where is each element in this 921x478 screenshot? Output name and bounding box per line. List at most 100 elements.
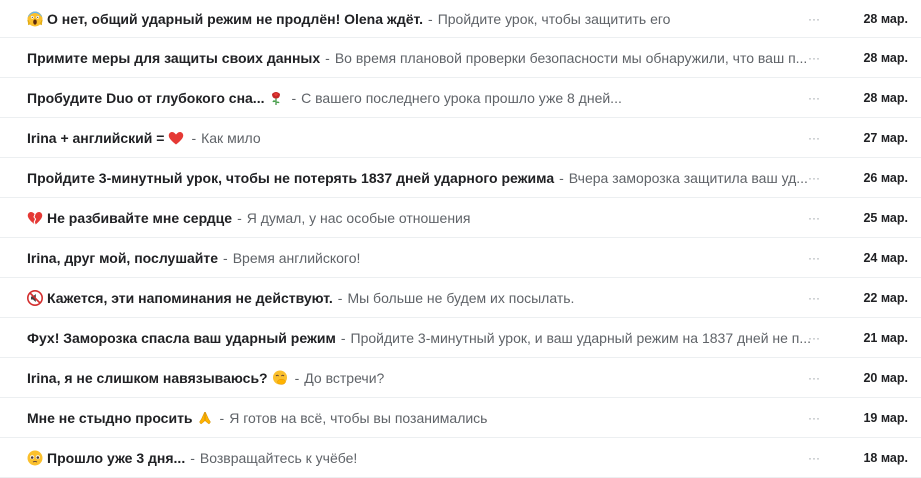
email-date: 27 мар. — [863, 130, 908, 145]
folded-hands-icon — [198, 411, 211, 424]
red-heart-icon — [169, 131, 184, 144]
email-content: О нет, общий ударный режим не продлён! O… — [27, 0, 813, 37]
separator: - — [291, 89, 297, 106]
separator: - — [219, 409, 225, 426]
more-options-glyph: ··· — [808, 50, 820, 65]
email-date: 25 мар. — [863, 210, 908, 225]
email-subject: Пройдите 3-минутный урок, чтобы не потер… — [27, 169, 555, 186]
more-options-icon[interactable]: ··· — [806, 90, 822, 106]
more-options-glyph: ··· — [808, 330, 820, 345]
email-date: 28 мар. — [863, 90, 908, 105]
email-snippet: Пройдите урок, чтобы защитить его — [437, 10, 671, 27]
email-snippet: Я готов на всё, чтобы вы позанимались — [229, 409, 488, 426]
email-subject: Пробудите Duo от глубокого сна... — [27, 89, 265, 106]
email-row[interactable]: Фух! Заморозка спасла ваш ударный режим … — [0, 318, 921, 358]
email-list: О нет, общий ударный режим не продлён! O… — [0, 0, 921, 478]
more-options-icon[interactable]: ··· — [806, 410, 822, 426]
email-snippet: Вчера заморозка защитила ваш уд... — [568, 169, 808, 186]
email-content: Кажется, эти напоминания не действуют. -… — [27, 278, 813, 317]
email-subject: Irina, друг мой, послушайте — [27, 249, 219, 266]
email-row[interactable]: Не разбивайте мне сердце - Я думал, у на… — [0, 198, 921, 238]
email-content: Прошло уже 3 дня... - Возвращайтесь к уч… — [27, 438, 813, 477]
more-options-icon[interactable]: ··· — [806, 210, 822, 226]
face-with-hand-over-mouth-icon — [272, 370, 287, 385]
email-row[interactable]: Кажется, эти напоминания не действуют. -… — [0, 278, 921, 318]
email-date: 21 мар. — [863, 330, 908, 345]
email-content: Мне не стыдно просить - Я готов на всё, … — [27, 398, 813, 437]
email-subject: Прошло уже 3 дня... — [47, 449, 186, 466]
separator: - — [428, 10, 433, 27]
email-date: 28 мар. — [863, 11, 908, 26]
email-subject: Irina + английский = — [27, 129, 165, 146]
email-date: 20 мар. — [863, 370, 908, 385]
email-row[interactable]: Irina + английский = - Как мило ··· 27 м… — [0, 118, 921, 158]
email-subject: Мне не стыдно просить — [27, 409, 193, 426]
email-row[interactable]: Примите меры для защиты своих данных - В… — [0, 38, 921, 78]
email-row[interactable]: Irina, я не слишком навязываюсь? - До вс… — [0, 358, 921, 398]
rose-icon — [272, 91, 281, 105]
email-subject: Фух! Заморозка спасла ваш ударный режим — [27, 329, 336, 346]
email-snippet: Как мило — [201, 129, 261, 146]
separator: - — [325, 49, 330, 66]
email-snippet: Во время плановой проверки безопасности … — [334, 49, 808, 66]
separator: - — [559, 169, 564, 186]
more-options-icon[interactable]: ··· — [806, 11, 822, 27]
email-row[interactable]: Пробудите Duo от глубокого сна... - С ва… — [0, 78, 921, 118]
email-snippet: Я думал, у нас особые отношения — [246, 209, 471, 226]
more-options-glyph: ··· — [808, 450, 820, 465]
email-subject: О нет, общий ударный режим не продлён! O… — [47, 10, 424, 27]
email-subject: Irina, я не слишком навязываюсь? — [27, 369, 268, 386]
more-options-icon[interactable]: ··· — [806, 370, 822, 386]
email-date: 19 мар. — [863, 410, 908, 425]
email-content: Фух! Заморозка спасла ваш ударный режим … — [27, 318, 813, 357]
email-content: Примите меры для защиты своих данных - В… — [27, 38, 813, 77]
email-snippet: Время английского! — [232, 249, 361, 266]
email-date: 22 мар. — [863, 290, 908, 305]
separator: - — [337, 289, 343, 306]
more-options-glyph: ··· — [808, 370, 820, 385]
email-content: Пробудите Duo от глубокого сна... - С ва… — [27, 78, 813, 117]
email-date: 26 мар. — [863, 170, 908, 185]
separator: - — [191, 129, 197, 146]
separator: - — [223, 249, 228, 266]
email-subject: Кажется, эти напоминания не действуют. — [47, 289, 333, 306]
separator: - — [190, 449, 195, 466]
broken-heart-icon — [27, 211, 43, 224]
more-options-glyph: ··· — [808, 130, 820, 145]
email-row[interactable]: Irina, друг мой, послушайте - Время англ… — [0, 238, 921, 278]
more-options-glyph: ··· — [808, 250, 820, 265]
more-options-icon[interactable]: ··· — [806, 450, 822, 466]
more-options-icon[interactable]: ··· — [806, 290, 822, 306]
pleading-face-icon — [27, 450, 43, 465]
email-content: Не разбивайте мне сердце - Я думал, у на… — [27, 198, 813, 237]
more-options-glyph: ··· — [808, 290, 820, 305]
separator: - — [340, 329, 346, 346]
email-snippet: Мы больше не будем их посылать. — [347, 289, 575, 306]
email-content: Irina, я не слишком навязываюсь? - До вс… — [27, 358, 813, 397]
email-snippet: Пройдите 3-минутный урок, и ваш ударный … — [350, 329, 812, 346]
email-snippet: Возвращайтесь к учёбе! — [199, 449, 358, 466]
more-options-icon[interactable]: ··· — [806, 250, 822, 266]
separator: - — [237, 209, 242, 226]
more-options-icon[interactable]: ··· — [806, 330, 822, 346]
email-subject: Не разбивайте мне сердце — [47, 209, 233, 226]
email-row[interactable]: Мне не стыдно просить - Я готов на всё, … — [0, 398, 921, 438]
email-subject: Примите меры для защиты своих данных — [27, 49, 321, 66]
more-options-glyph: ··· — [808, 210, 820, 225]
more-options-glyph: ··· — [808, 90, 820, 105]
more-options-icon[interactable]: ··· — [806, 130, 822, 146]
email-snippet: До встречи? — [304, 369, 385, 386]
email-row[interactable]: О нет, общий ударный режим не продлён! O… — [0, 0, 921, 38]
email-content: Irina, друг мой, послушайте - Время англ… — [27, 238, 813, 277]
more-options-icon[interactable]: ··· — [806, 50, 822, 66]
more-options-icon[interactable]: ··· — [806, 170, 822, 186]
email-snippet: С вашего последнего урока прошло уже 8 д… — [301, 89, 622, 106]
email-row[interactable]: Пройдите 3-минутный урок, чтобы не потер… — [0, 158, 921, 198]
email-row[interactable]: Прошло уже 3 дня... - Возвращайтесь к уч… — [0, 438, 921, 478]
more-options-glyph: ··· — [808, 11, 820, 26]
email-content: Irina + английский = - Как мило — [27, 118, 813, 157]
email-date: 24 мар. — [863, 250, 908, 265]
scream-face-icon — [27, 11, 43, 26]
email-content: Пройдите 3-минутный урок, чтобы не потер… — [27, 158, 813, 197]
more-options-glyph: ··· — [808, 410, 820, 425]
